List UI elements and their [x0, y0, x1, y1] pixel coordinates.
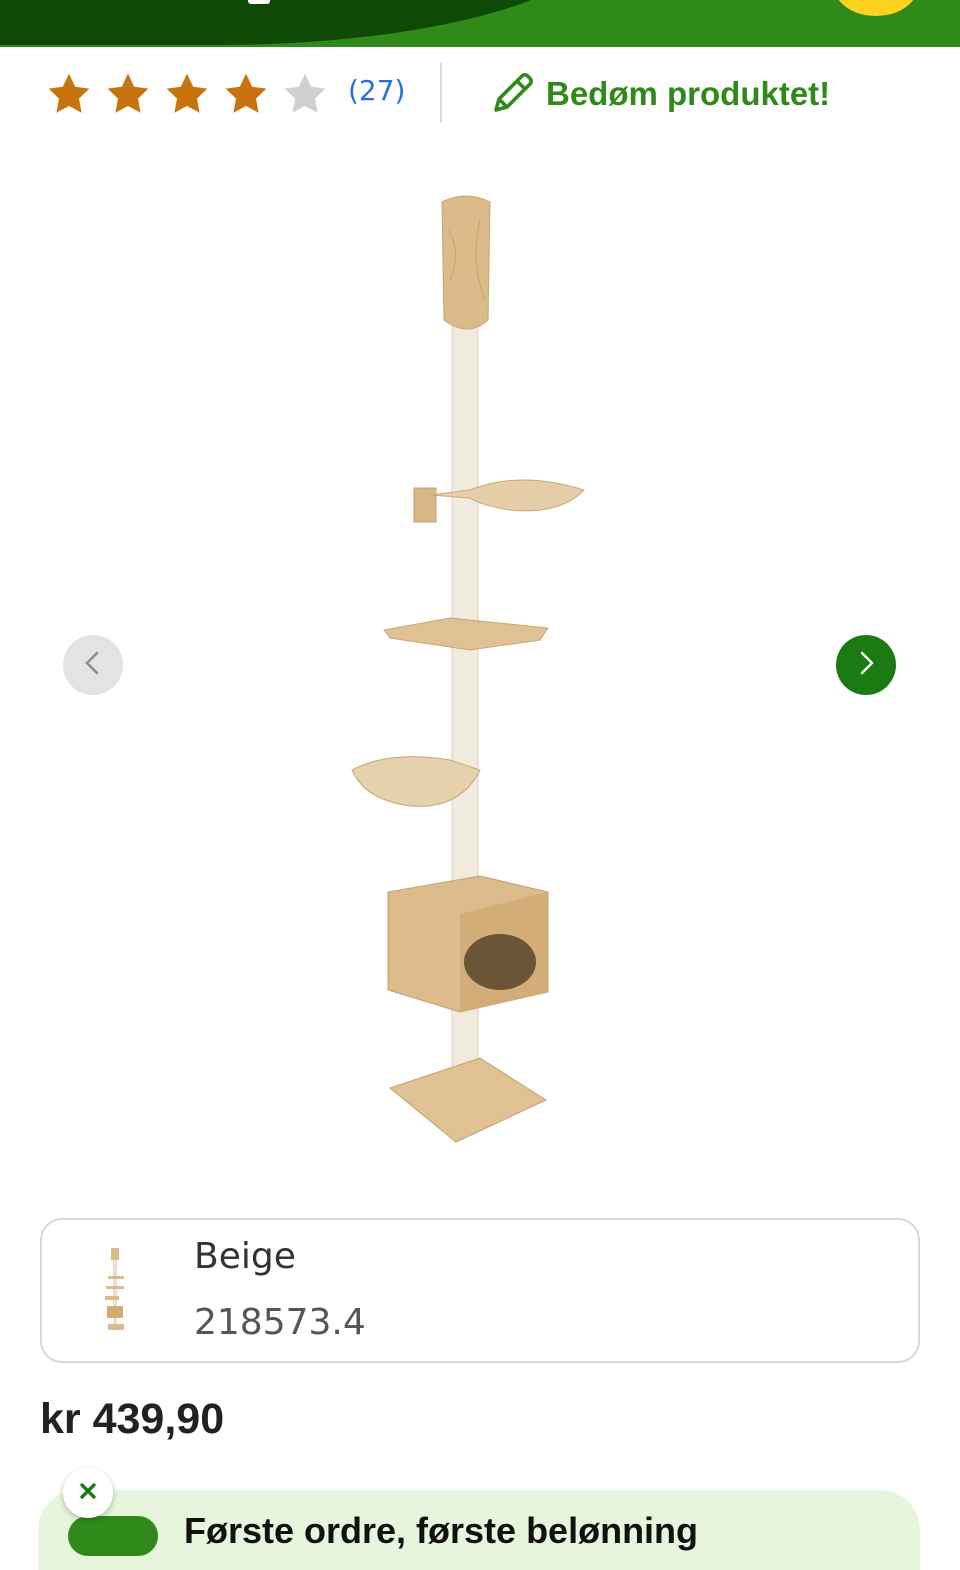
- carousel-next-button[interactable]: [836, 635, 896, 695]
- promo-banner[interactable]: Første ordre, første belønning: [38, 1490, 920, 1570]
- review-count-link[interactable]: (27): [348, 74, 405, 107]
- close-icon: [78, 1481, 98, 1505]
- star-rating[interactable]: [44, 70, 330, 118]
- variant-selector[interactable]: Beige 218573.4: [40, 1218, 920, 1363]
- cart-badge[interactable]: [834, 0, 918, 16]
- star-filled-icon: [103, 70, 153, 118]
- product-image-carousel[interactable]: [0, 160, 960, 1180]
- promo-close-button[interactable]: [63, 1468, 113, 1518]
- star-filled-icon: [162, 70, 212, 118]
- top-header: [0, 0, 960, 47]
- divider: [440, 63, 442, 123]
- promo-gift-icon: [68, 1516, 158, 1556]
- star-filled-icon: [221, 70, 271, 118]
- product-price: kr 439,90: [40, 1395, 225, 1443]
- variant-name: Beige: [194, 1236, 296, 1277]
- variant-sku: 218573.4: [194, 1302, 366, 1343]
- star-filled-icon: [44, 70, 94, 118]
- pencil-icon: [486, 68, 538, 120]
- header-dark-wave: [0, 0, 600, 45]
- promo-text: Første ordre, første belønning: [184, 1510, 699, 1551]
- carousel-prev-button[interactable]: [63, 635, 123, 695]
- star-empty-icon: [280, 70, 330, 118]
- chevron-right-icon: [851, 648, 881, 682]
- product-image-cat-tree: [330, 170, 630, 1160]
- chevron-left-icon: [78, 648, 108, 682]
- rate-product-link[interactable]: Bedøm produktet!: [486, 66, 830, 122]
- header-title-fragment: [248, 0, 270, 4]
- rate-product-label: Bedøm produktet!: [546, 75, 831, 112]
- variant-thumbnail: [100, 1248, 130, 1334]
